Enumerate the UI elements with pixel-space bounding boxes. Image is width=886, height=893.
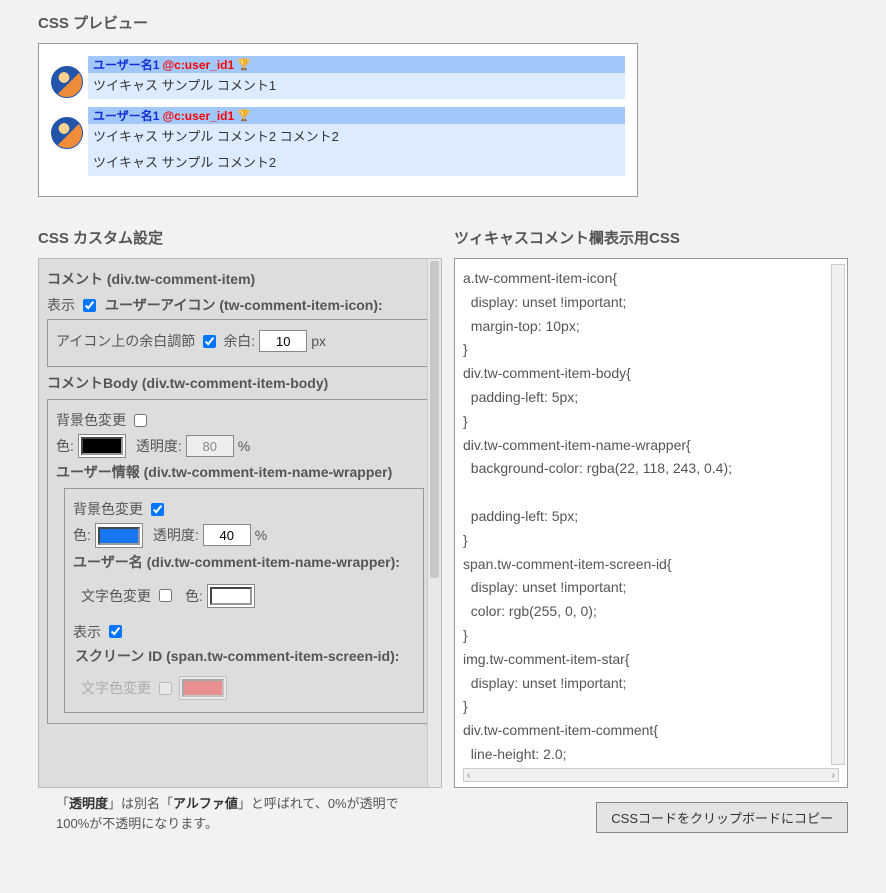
- screen-id: @c:user_id1: [162, 58, 234, 72]
- icon-margin-input[interactable]: [259, 330, 307, 352]
- screenid-show-label: 表示: [73, 622, 101, 642]
- icon-margin-checkbox[interactable]: [203, 335, 216, 348]
- comment-avatar-link[interactable]: [51, 66, 83, 99]
- comment-body: ユーザー名1 @c:user_id1 🏆 ツイキャス サンプル コメント2 コメ…: [83, 107, 625, 176]
- body-opacity-unit: %: [238, 438, 250, 454]
- avatar-icon: [51, 66, 83, 98]
- namewrap-opacity-unit: %: [255, 527, 267, 543]
- namewrap-legend: ユーザー情報 (div.tw-comment-item-name-wrapper…: [56, 462, 424, 482]
- footnote: 「透明度」は別名「アルファ値」と呼ばれて、0%が透明で100%が不透明になります…: [38, 788, 442, 833]
- screenid-color-swatch[interactable]: [182, 679, 224, 697]
- comment-item: ユーザー名1 @c:user_id1 🏆 ツイキャス サンプル コメント1: [51, 56, 625, 99]
- comment-text: ツイキャス サンプル コメント2: [88, 150, 625, 176]
- css-output-text[interactable]: a.tw-comment-item-icon{ display: unset !…: [463, 267, 839, 762]
- comment-avatar-link[interactable]: [51, 117, 83, 176]
- custom-panel: コメント (div.tw-comment-item) 表示 ユーザーアイコン (…: [38, 258, 442, 788]
- name-wrapper: ユーザー名1 @c:user_id1 🏆: [88, 56, 625, 73]
- username: ユーザー名1: [93, 56, 159, 73]
- namewrap-bg-checkbox[interactable]: [151, 503, 164, 516]
- username: ユーザー名1: [93, 107, 159, 124]
- comment-text: ツイキャス サンプル コメント1: [88, 73, 625, 99]
- body-subbox: 背景色変更 色: 透明度: % ユーザー情報 (div.tw-comment-i…: [47, 399, 433, 724]
- scrollbar-horizontal[interactable]: ‹›: [463, 768, 839, 782]
- namewrap-color-label: 色:: [73, 525, 91, 545]
- icon-legend: ユーザーアイコン (tw-comment-item-icon):: [105, 295, 383, 315]
- username-color-swatch[interactable]: [210, 587, 252, 605]
- body-bg-checkbox[interactable]: [134, 414, 147, 427]
- icon-subbox: アイコン上の余白調節 余白: px: [47, 319, 433, 367]
- scrollbar-vertical[interactable]: [831, 264, 845, 765]
- comment-body: ユーザー名1 @c:user_id1 🏆 ツイキャス サンプル コメント1: [83, 56, 625, 99]
- preview-box: ユーザー名1 @c:user_id1 🏆 ツイキャス サンプル コメント1 ユー…: [38, 43, 638, 197]
- screenid-legend: スクリーン ID (span.tw-comment-item-screen-id…: [75, 646, 399, 666]
- username-textcolor-prefix: 色:: [185, 586, 203, 606]
- output-heading: ツィキャスコメント欄表示用CSS: [454, 227, 848, 248]
- css-output-box: a.tw-comment-item-icon{ display: unset !…: [454, 258, 848, 788]
- namewrap-opacity-label: 透明度:: [153, 525, 199, 545]
- namewrap-color-swatch[interactable]: [98, 527, 140, 545]
- copy-css-button[interactable]: CSSコードをクリップボードにコピー: [596, 802, 848, 833]
- body-opacity-label: 透明度:: [136, 436, 182, 456]
- star-icon: 🏆: [237, 109, 251, 122]
- icon-margin-label: アイコン上の余白調節: [56, 331, 195, 351]
- screenid-show-checkbox[interactable]: [109, 625, 122, 638]
- screen-id: @c:user_id1: [162, 109, 234, 123]
- preview-heading: CSS プレビュー: [38, 12, 848, 33]
- username-subbox: 文字色変更 色:: [81, 578, 415, 614]
- screenid-textcolor-label: 文字色変更: [81, 678, 151, 698]
- body-opacity-input[interactable]: [186, 435, 234, 457]
- name-wrapper: ユーザー名1 @c:user_id1 🏆: [88, 107, 625, 124]
- screenid-subbox: 文字色変更: [81, 670, 415, 706]
- scrollbar-vertical[interactable]: [427, 259, 441, 787]
- root-legend: コメント (div.tw-comment-item): [47, 269, 433, 289]
- icon-margin-unit: px: [311, 333, 326, 349]
- namewrap-bg-label: 背景色変更: [73, 499, 143, 519]
- username-textcolor-label: 文字色変更: [81, 586, 151, 606]
- username-legend: ユーザー名 (div.tw-comment-item-name-wrapper)…: [73, 552, 415, 572]
- icon-show-checkbox[interactable]: [83, 299, 96, 312]
- namewrap-subbox: 背景色変更 色: 透明度: % ユーザー名 (div.tw-comment-it…: [64, 488, 424, 713]
- icon-show-label: 表示: [47, 295, 75, 315]
- icon-margin-prefix: 余白:: [223, 331, 255, 351]
- body-legend: コメントBody (div.tw-comment-item-body): [47, 373, 433, 393]
- avatar-icon: [51, 117, 83, 149]
- body-bg-label: 背景色変更: [56, 410, 126, 430]
- comment-text: ツイキャス サンプル コメント2 コメント2: [88, 124, 625, 150]
- body-color-swatch[interactable]: [81, 437, 123, 455]
- username-textcolor-checkbox[interactable]: [159, 589, 172, 602]
- custom-heading: CSS カスタム設定: [38, 227, 442, 248]
- namewrap-opacity-input[interactable]: [203, 524, 251, 546]
- screenid-textcolor-checkbox[interactable]: [159, 682, 172, 695]
- comment-item: ユーザー名1 @c:user_id1 🏆 ツイキャス サンプル コメント2 コメ…: [51, 107, 625, 176]
- body-color-label: 色:: [56, 436, 74, 456]
- star-icon: 🏆: [237, 58, 251, 71]
